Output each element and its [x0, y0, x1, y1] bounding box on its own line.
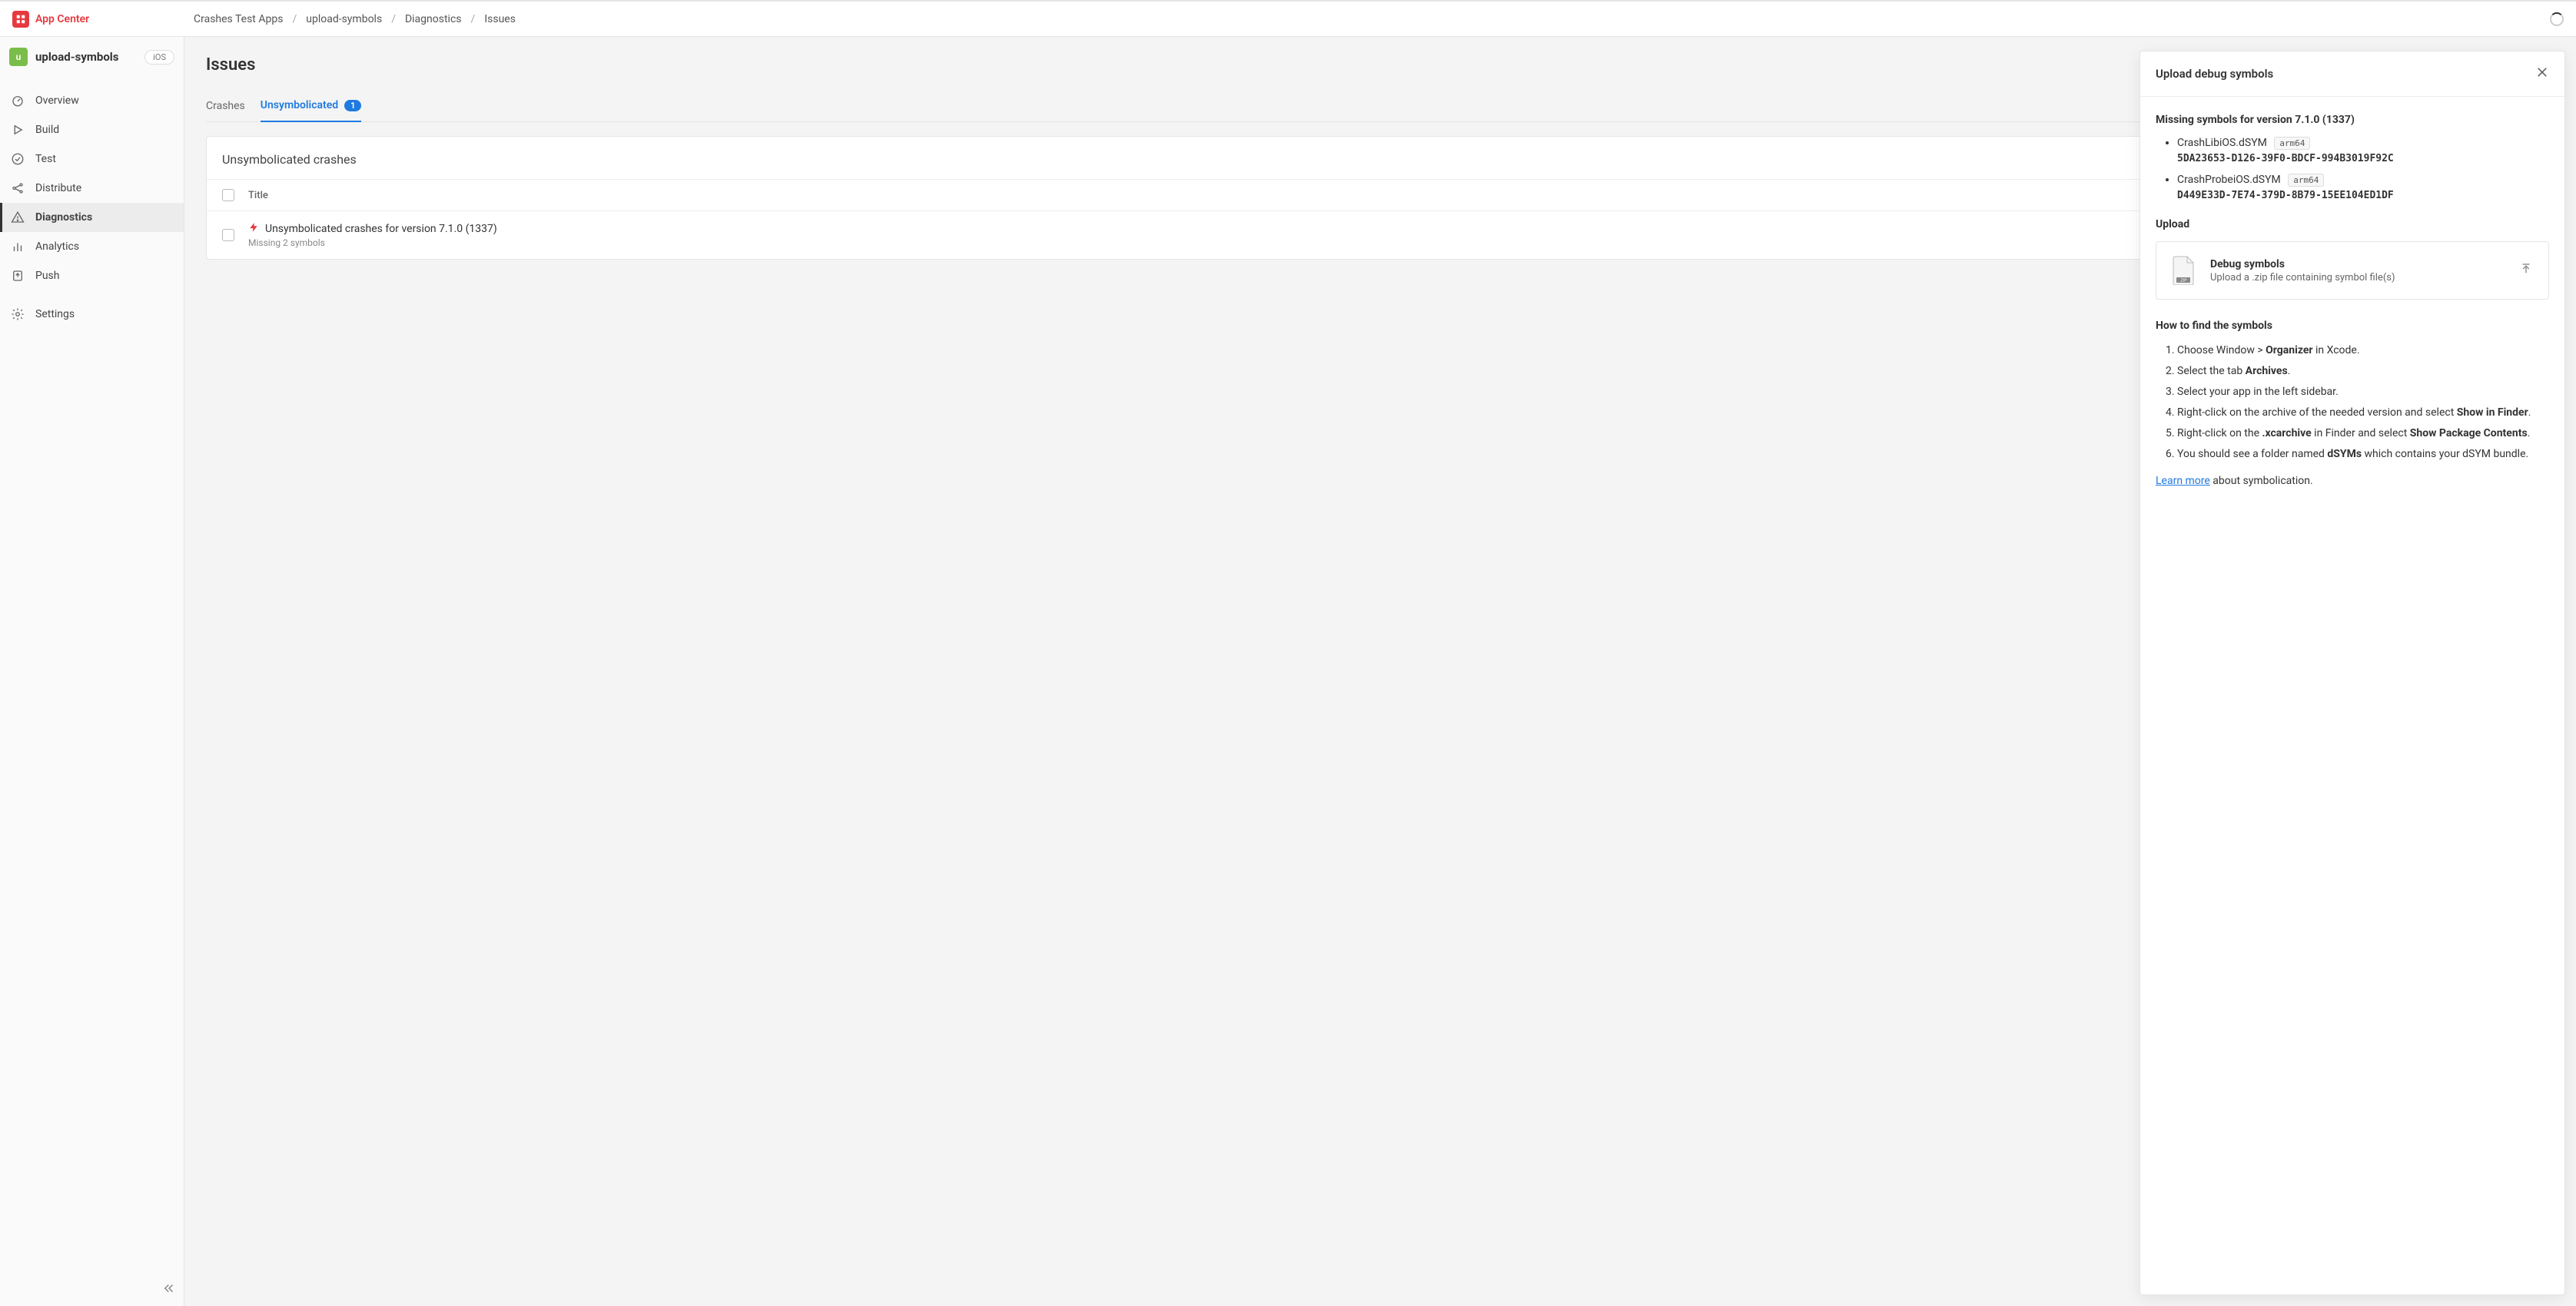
symbol-name: CrashLibiOS.dSYM [2177, 137, 2267, 149]
upload-arrow-icon [2519, 262, 2533, 279]
check-circle-icon [11, 152, 25, 166]
missing-symbols-heading: Missing symbols for version 7.1.0 (1337) [2156, 114, 2549, 126]
app-header[interactable]: u upload-symbols iOS [0, 37, 184, 77]
loading-spinner-icon [2550, 12, 2564, 26]
column-header-title: Title [248, 190, 268, 201]
sidebar-item-label: Test [35, 153, 56, 165]
row-title: Unsymbolicated crashes for version 7.1.0… [265, 223, 497, 235]
panel-title: Upload debug symbols [2156, 67, 2273, 81]
tab-badge: 1 [344, 100, 361, 111]
symbol-item: CrashProbeiOS.dSYM arm64 D449E33D-7E74-3… [2177, 174, 2549, 201]
howto-step: Choose Window > Organizer in Xcode. [2177, 343, 2549, 359]
sidebar-item-build[interactable]: Build [0, 115, 184, 144]
sidebar-item-push[interactable]: Push [0, 261, 184, 290]
tab-unsymbolicated[interactable]: Unsymbolicated 1 [261, 91, 362, 122]
learn-more-line: Learn more about symbolication. [2156, 475, 2549, 487]
howto-heading: How to find the symbols [2156, 320, 2549, 332]
play-icon [11, 123, 25, 137]
sidebar-item-label: Overview [35, 94, 79, 107]
distribute-icon [11, 181, 25, 195]
breadcrumb: Crashes Test Apps / upload-symbols / Dia… [194, 13, 516, 25]
symbol-name: CrashProbeiOS.dSYM [2177, 174, 2281, 186]
breadcrumb-sep: / [391, 13, 396, 25]
sidebar: u upload-symbols iOS Overview Build [0, 37, 184, 1306]
gauge-icon [11, 94, 25, 108]
platform-pill: iOS [144, 50, 174, 65]
chart-icon [11, 240, 25, 254]
appcenter-logo-icon[interactable] [12, 11, 29, 28]
sidebar-item-distribute[interactable]: Distribute [0, 174, 184, 203]
tab-crashes[interactable]: Crashes [206, 92, 245, 121]
learn-more-link[interactable]: Learn more [2156, 475, 2210, 487]
brand-name[interactable]: App Center [35, 13, 89, 25]
sidebar-item-overview[interactable]: Overview [0, 86, 184, 115]
tab-label: Unsymbolicated [261, 99, 338, 111]
collapse-sidebar-button[interactable] [162, 1281, 176, 1298]
sidebar-item-label: Push [35, 270, 60, 282]
breadcrumb-item[interactable]: Issues [484, 13, 516, 25]
breadcrumb-sep: / [471, 13, 476, 25]
sidebar-item-label: Analytics [35, 240, 79, 253]
sidebar-item-label: Build [35, 124, 59, 136]
upload-dropzone[interactable]: .ZIP Debug symbols Upload a .zip file co… [2156, 241, 2549, 300]
howto-step: Select your app in the left sidebar. [2177, 384, 2549, 400]
sidebar-item-analytics[interactable]: Analytics [0, 232, 184, 261]
symbol-item: CrashLibiOS.dSYM arm64 5DA23653-D126-39F… [2177, 137, 2549, 164]
arch-pill: arm64 [2274, 137, 2310, 150]
symbol-uuid: 5DA23653-D126-39F0-BDCF-994B3019F92C [2177, 153, 2549, 164]
app-name: upload-symbols [35, 50, 119, 64]
learn-more-suffix: about symbolication. [2210, 475, 2313, 487]
dropzone-title: Debug symbols [2210, 258, 2504, 270]
row-checkbox[interactable] [222, 229, 234, 241]
howto-list: Choose Window > Organizer in Xcode. Sele… [2156, 343, 2549, 462]
sidebar-item-diagnostics[interactable]: Diagnostics [0, 203, 184, 232]
sidebar-item-test[interactable]: Test [0, 144, 184, 174]
upload-heading: Upload [2156, 218, 2549, 230]
warning-icon [11, 210, 25, 224]
topbar: App Center Crashes Test Apps / upload-sy… [0, 2, 2576, 37]
sidebar-item-label: Diagnostics [35, 211, 92, 224]
arch-pill: arm64 [2288, 174, 2324, 187]
upload-symbols-panel: Upload debug symbols Missing symbols for… [2139, 51, 2565, 1295]
breadcrumb-sep: / [292, 13, 297, 25]
push-icon [11, 269, 25, 283]
symbol-list: CrashLibiOS.dSYM arm64 5DA23653-D126-39F… [2156, 137, 2549, 201]
breadcrumb-item[interactable]: upload-symbols [306, 13, 382, 25]
svg-text:.ZIP: .ZIP [2179, 279, 2187, 283]
howto-step: You should see a folder named dSYMs whic… [2177, 446, 2549, 462]
tab-label: Crashes [206, 100, 245, 112]
sidebar-item-label: Settings [35, 308, 75, 320]
app-avatar: u [9, 48, 28, 66]
close-button[interactable] [2535, 65, 2549, 82]
howto-step: Right-click on the .xcarchive in Finder … [2177, 426, 2549, 442]
sidebar-item-label: Distribute [35, 182, 81, 194]
gear-icon [11, 307, 25, 321]
breadcrumb-item[interactable]: Crashes Test Apps [194, 13, 283, 25]
row-subtitle: Missing 2 symbols [248, 237, 497, 248]
dropzone-subtitle: Upload a .zip file containing symbol fil… [2210, 272, 2504, 283]
breadcrumb-item[interactable]: Diagnostics [405, 13, 462, 25]
howto-step: Right-click on the archive of the needed… [2177, 405, 2549, 421]
zip-file-icon: .ZIP [2172, 256, 2195, 285]
howto-step: Select the tab Archives. [2177, 363, 2549, 380]
symbol-uuid: D449E33D-7E74-379D-8B79-15EE104ED1DF [2177, 190, 2549, 201]
select-all-checkbox[interactable] [222, 189, 234, 201]
bolt-icon [248, 222, 259, 236]
sidebar-item-settings[interactable]: Settings [0, 300, 184, 329]
